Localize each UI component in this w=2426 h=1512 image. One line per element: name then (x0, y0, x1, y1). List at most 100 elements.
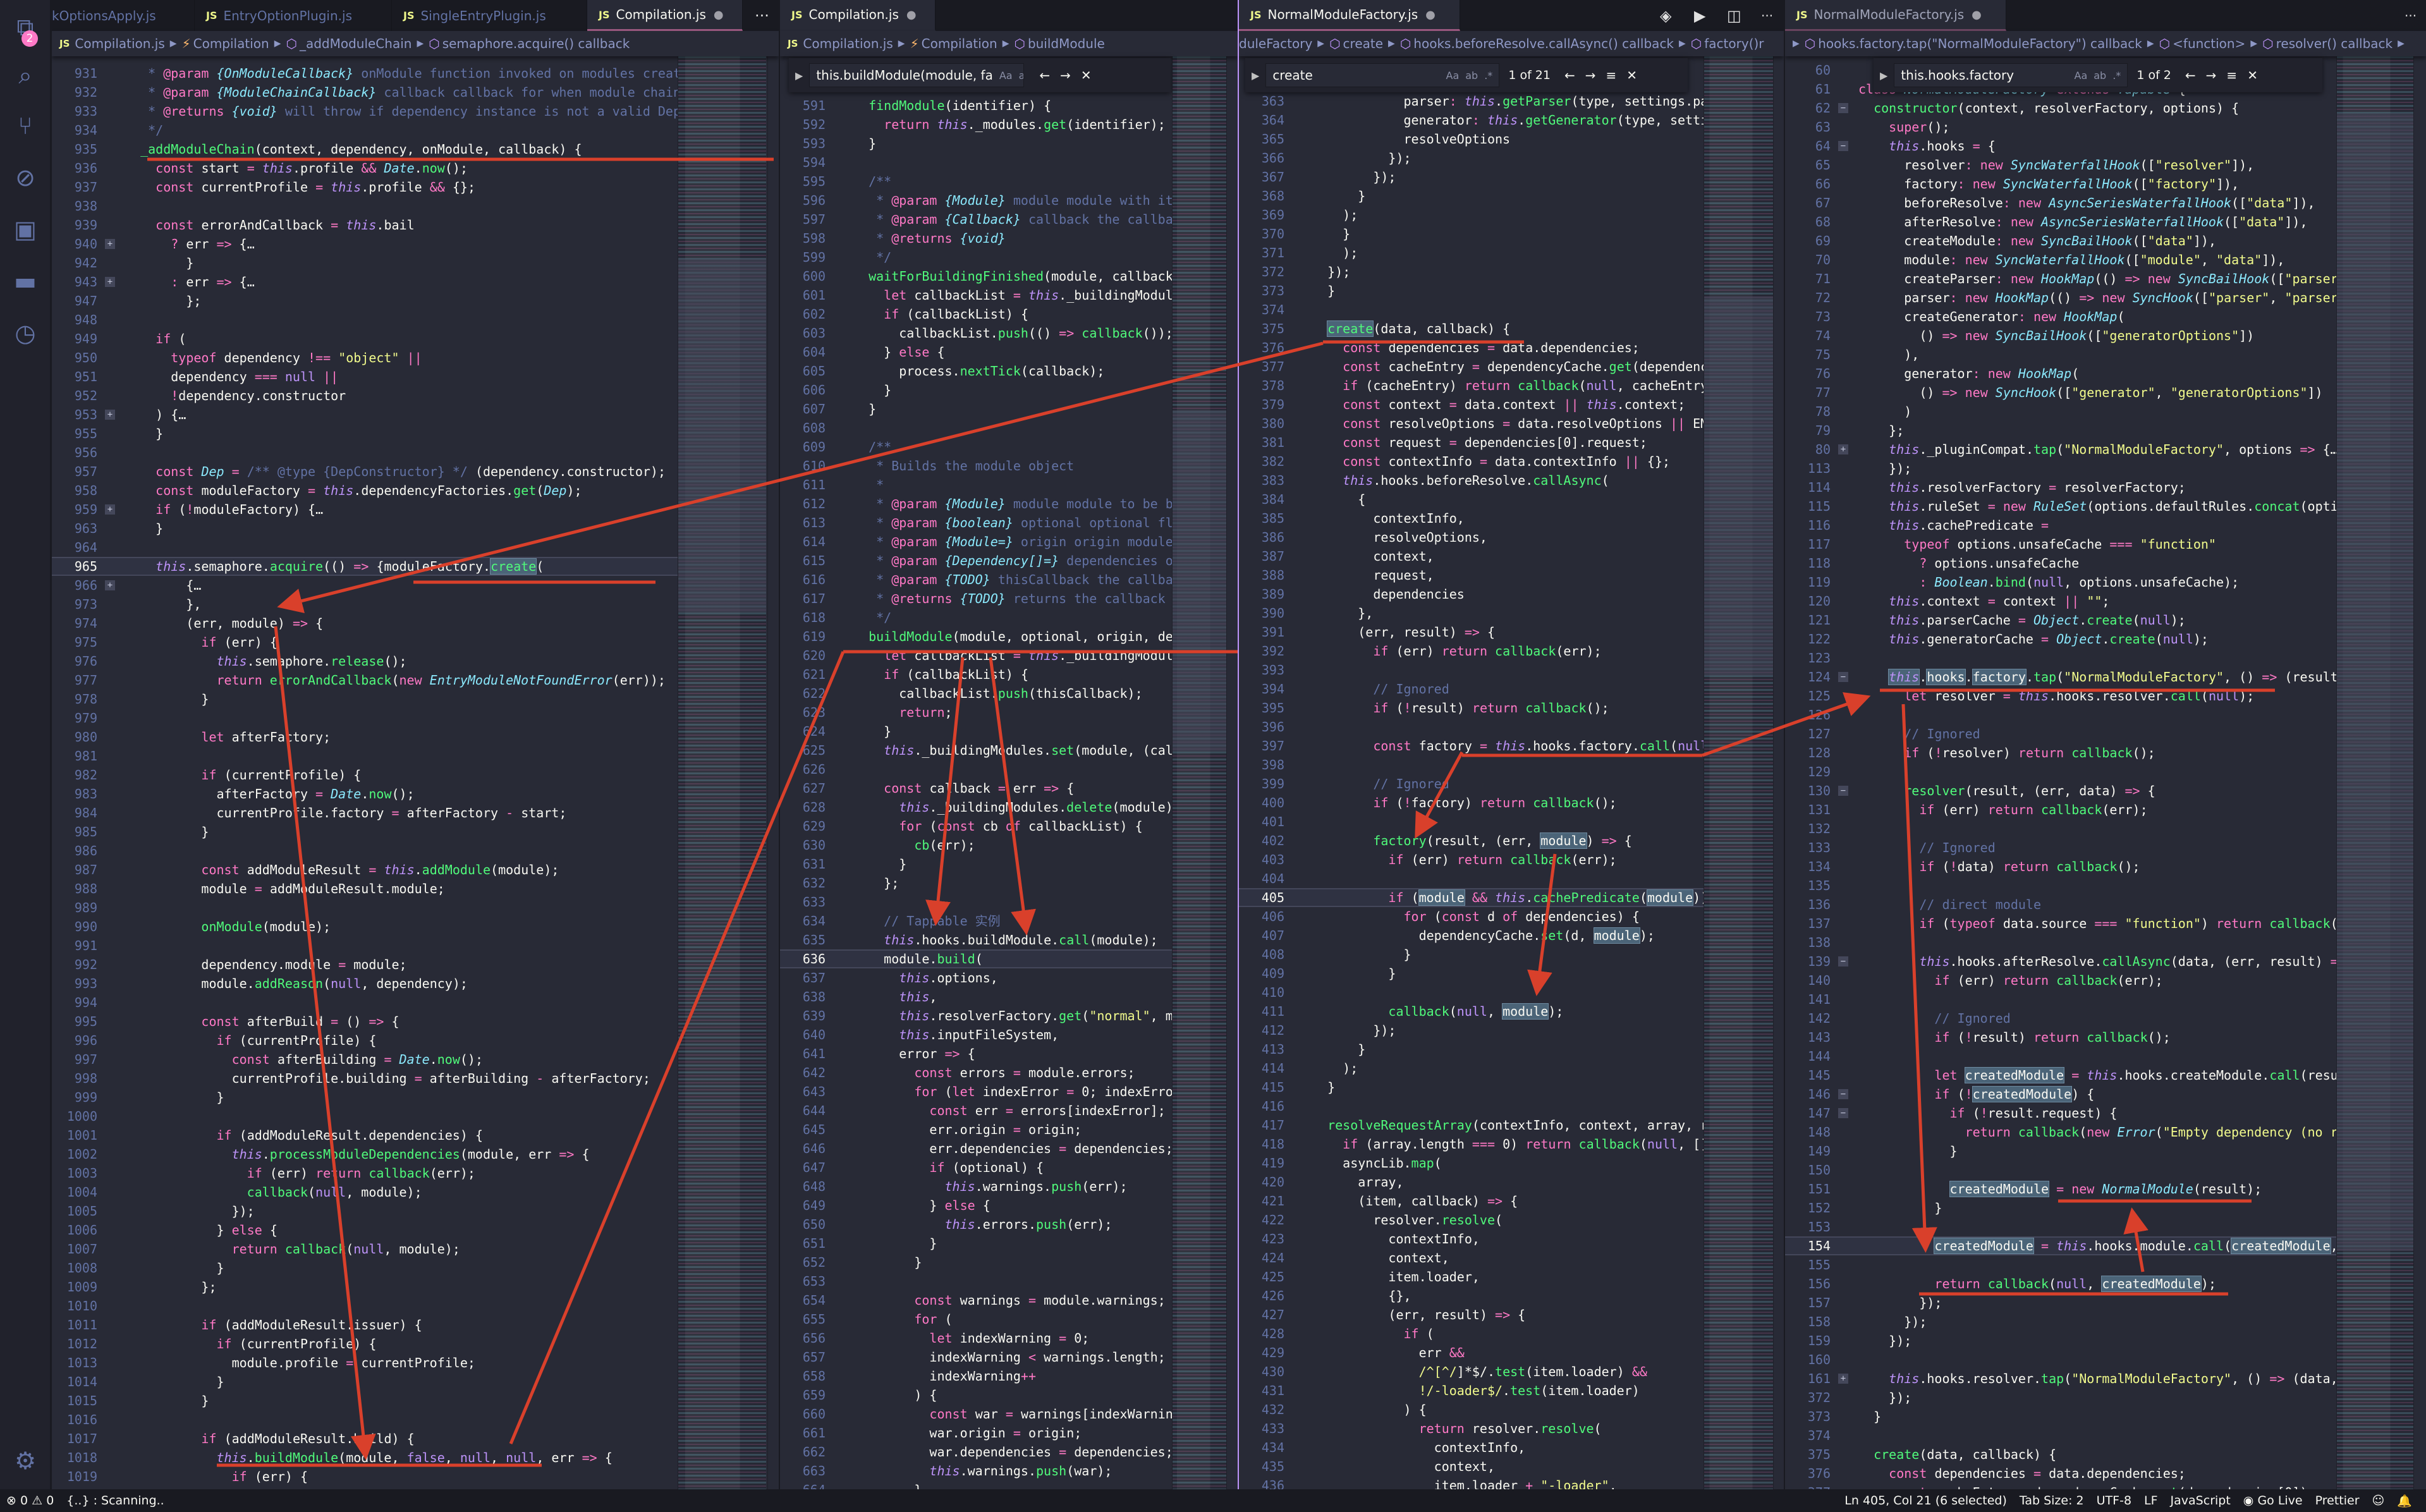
code-line[interactable]: 647 if (optional) { (780, 1158, 1172, 1177)
code-line[interactable]: 607 } (780, 399, 1172, 418)
code-line[interactable]: 957 const Dep = /** @type {DepConstructo… (52, 462, 678, 481)
code-line[interactable]: 381 const request = dependencies[0].requ… (1239, 433, 1704, 452)
code-line[interactable]: 413 } (1239, 1040, 1704, 1059)
expand-fold-icon[interactable]: + (105, 504, 115, 515)
code-line[interactable]: 948 (52, 310, 678, 329)
tab-compilation[interactable]: JS Compilation.js ● (780, 0, 936, 31)
code-line[interactable]: 1001 if (addModuleResult.dependencies) { (52, 1126, 678, 1145)
code-line[interactable]: 430 /^[^/]*$/.test(item.loader) && (1239, 1362, 1704, 1381)
code-line[interactable]: 623 return; (780, 703, 1172, 722)
code-line[interactable]: 664 } (780, 1480, 1172, 1489)
code-line[interactable]: 384 { (1239, 490, 1704, 509)
code-line[interactable]: 624 } (780, 722, 1172, 741)
code-line[interactable]: 1011 if (addModuleResult.issuer) { (52, 1315, 678, 1334)
code-line[interactable]: 614 * @param {Module=} origin origin mod… (780, 532, 1172, 551)
code-line[interactable]: 659 ) { (780, 1386, 1172, 1405)
code-line[interactable]: 143 if (!result) return callback(); (1785, 1028, 2336, 1047)
whole-word-icon[interactable]: ab (1465, 70, 1478, 82)
code-line[interactable]: 418 if (array.length === 0) return callb… (1239, 1135, 1704, 1154)
code-line[interactable]: 1005 }); (52, 1202, 678, 1221)
code-line[interactable]: 428 if ( (1239, 1324, 1704, 1343)
code-line[interactable]: 419 asyncLib.map( (1239, 1154, 1704, 1173)
code-line[interactable]: 160 (1785, 1350, 2336, 1369)
code-line[interactable]: 412 }); (1239, 1021, 1704, 1040)
timeline-icon[interactable]: ◷ (0, 311, 51, 355)
code-line[interactable]: 124− this.hooks.factory.tap("NormalModul… (1785, 668, 2336, 686)
code-line[interactable]: 602 if (callbackList) { (780, 305, 1172, 324)
prettier-button[interactable]: Prettier (2315, 1494, 2360, 1508)
code-line[interactable]: 365 resolveOptions (1239, 130, 1704, 149)
code-line[interactable]: 116 this.cachePredicate = (1785, 516, 2336, 535)
code-line[interactable]: 375 create(data, callback) { (1785, 1445, 2336, 1464)
code-line[interactable]: 1010 (52, 1296, 678, 1315)
code-line[interactable]: 955 } (52, 424, 678, 443)
code-line[interactable]: 158 }); (1785, 1312, 2336, 1331)
code-line[interactable]: 976 this.semaphore.release(); (52, 652, 678, 671)
code-line[interactable]: 936 const start = this.profile && Date.n… (52, 159, 678, 178)
code-line[interactable]: 592 return this._modules.get(identifier)… (780, 115, 1172, 134)
code-line[interactable]: 963 } (52, 519, 678, 538)
code-line[interactable]: 991 (52, 936, 678, 955)
code-line[interactable]: 73 createGenerator: new HookMap( (1785, 307, 2336, 326)
code-line[interactable]: 415 } (1239, 1078, 1704, 1097)
code-line[interactable]: 380 const resolveOptions = data.resolveO… (1239, 414, 1704, 433)
code-line[interactable]: 966 + {… (52, 576, 678, 595)
code-line[interactable]: 386 resolveOptions, (1239, 528, 1704, 547)
vertical-scrollbar[interactable] (1226, 56, 1238, 1489)
code-line[interactable]: 639 this.resolverFactory.get("normal", m… (780, 1006, 1172, 1025)
code-line[interactable]: 64− this.hooks = { (1785, 137, 2336, 155)
code-line[interactable]: 402 factory(result, (err, module) => { (1239, 831, 1704, 850)
breadcrumb-item[interactable]: hooks.factory.tap("NormalModuleFactory")… (1818, 36, 2142, 51)
breadcrumb-item[interactable]: buildModule (1028, 36, 1105, 51)
code-line[interactable]: 1016 (52, 1410, 678, 1429)
code-line[interactable]: 611 * (780, 475, 1172, 494)
code-line[interactable]: 984 currentProfile.factory = afterFactor… (52, 803, 678, 822)
code-line[interactable]: 985 } (52, 822, 678, 841)
code-line[interactable]: 965 this.semaphore.acquire(() => {module… (52, 557, 678, 576)
code-line[interactable]: 157 }); (1785, 1293, 2336, 1312)
code-line[interactable]: 128 if (!resolver) return callback(); (1785, 743, 2336, 762)
code-line[interactable]: 958 const moduleFactory = this.dependenc… (52, 481, 678, 500)
code-line[interactable]: 156 return callback(null, createdModule)… (1785, 1274, 2336, 1293)
code-line[interactable]: 427 (err, result) => { (1239, 1305, 1704, 1324)
search-icon[interactable]: ⌕ (0, 53, 51, 97)
minimap[interactable] (678, 56, 766, 1489)
code-line[interactable]: 368 } (1239, 186, 1704, 205)
code-line[interactable]: 378 if (cacheEntry) return callback(null… (1239, 376, 1704, 395)
code-line[interactable]: 127 // Ignored (1785, 724, 2336, 743)
code-line[interactable]: 373 } (1785, 1407, 2336, 1426)
code-line[interactable]: 424 context, (1239, 1248, 1704, 1267)
code-line[interactable]: 408 } (1239, 945, 1704, 964)
previous-match-icon[interactable]: ← (2185, 68, 2196, 83)
code-line[interactable]: 642 const errors = module.errors; (780, 1063, 1172, 1082)
code-line[interactable]: 999 } (52, 1088, 678, 1107)
previous-match-icon[interactable]: ← (1564, 68, 1575, 83)
breadcrumb-item[interactable]: Compilation (922, 36, 997, 51)
match-case-icon[interactable]: Aa (999, 70, 1013, 82)
collapse-fold-icon[interactable]: − (1838, 103, 1848, 113)
code-line[interactable]: 641 error => { (780, 1044, 1172, 1063)
unsaved-dot-icon[interactable]: ● (1972, 8, 1982, 21)
code-line[interactable]: 964 (52, 538, 678, 557)
code-line[interactable]: 397 const factory = this.hooks.factory.c… (1239, 736, 1704, 755)
code-line[interactable]: 63 super(); (1785, 118, 2336, 137)
code-line[interactable]: 393 (1239, 661, 1704, 680)
code-line[interactable]: 625 this._buildingModules.set(module, (c… (780, 741, 1172, 760)
breadcrumb-item[interactable]: create (1343, 36, 1384, 51)
code-line[interactable]: 989 (52, 898, 678, 917)
code-line[interactable]: 613 * @param {boolean} optional optional… (780, 513, 1172, 532)
code-line[interactable]: 990 onModule(module); (52, 917, 678, 936)
expand-fold-icon[interactable]: + (105, 239, 115, 249)
code-line[interactable]: 616 * @param {TODO} thisCallback the cal… (780, 570, 1172, 589)
whole-word-icon[interactable]: ab (2094, 70, 2106, 82)
files-icon[interactable]: ⧉ 2 (0, 5, 51, 49)
code-line[interactable]: 610 * Builds the module object (780, 456, 1172, 475)
code-line[interactable]: 417 resolveRequestArray(contextInfo, con… (1239, 1116, 1704, 1135)
code-line[interactable]: 634 // Tappable 实例 (780, 911, 1172, 930)
previous-match-icon[interactable]: ← (1039, 68, 1050, 83)
code-line[interactable]: 126 (1785, 705, 2336, 724)
code-line[interactable]: 950 typeof dependency !== "object" || (52, 348, 678, 367)
tab-singleentryplugin[interactable]: JS SingleEntryPlugin.js (392, 0, 587, 31)
code-line[interactable]: 1018 this.buildModule(module, false, nul… (52, 1448, 678, 1467)
code-editor[interactable]: 6061class NormalModuleFactory extends Ta… (1785, 56, 2336, 1489)
